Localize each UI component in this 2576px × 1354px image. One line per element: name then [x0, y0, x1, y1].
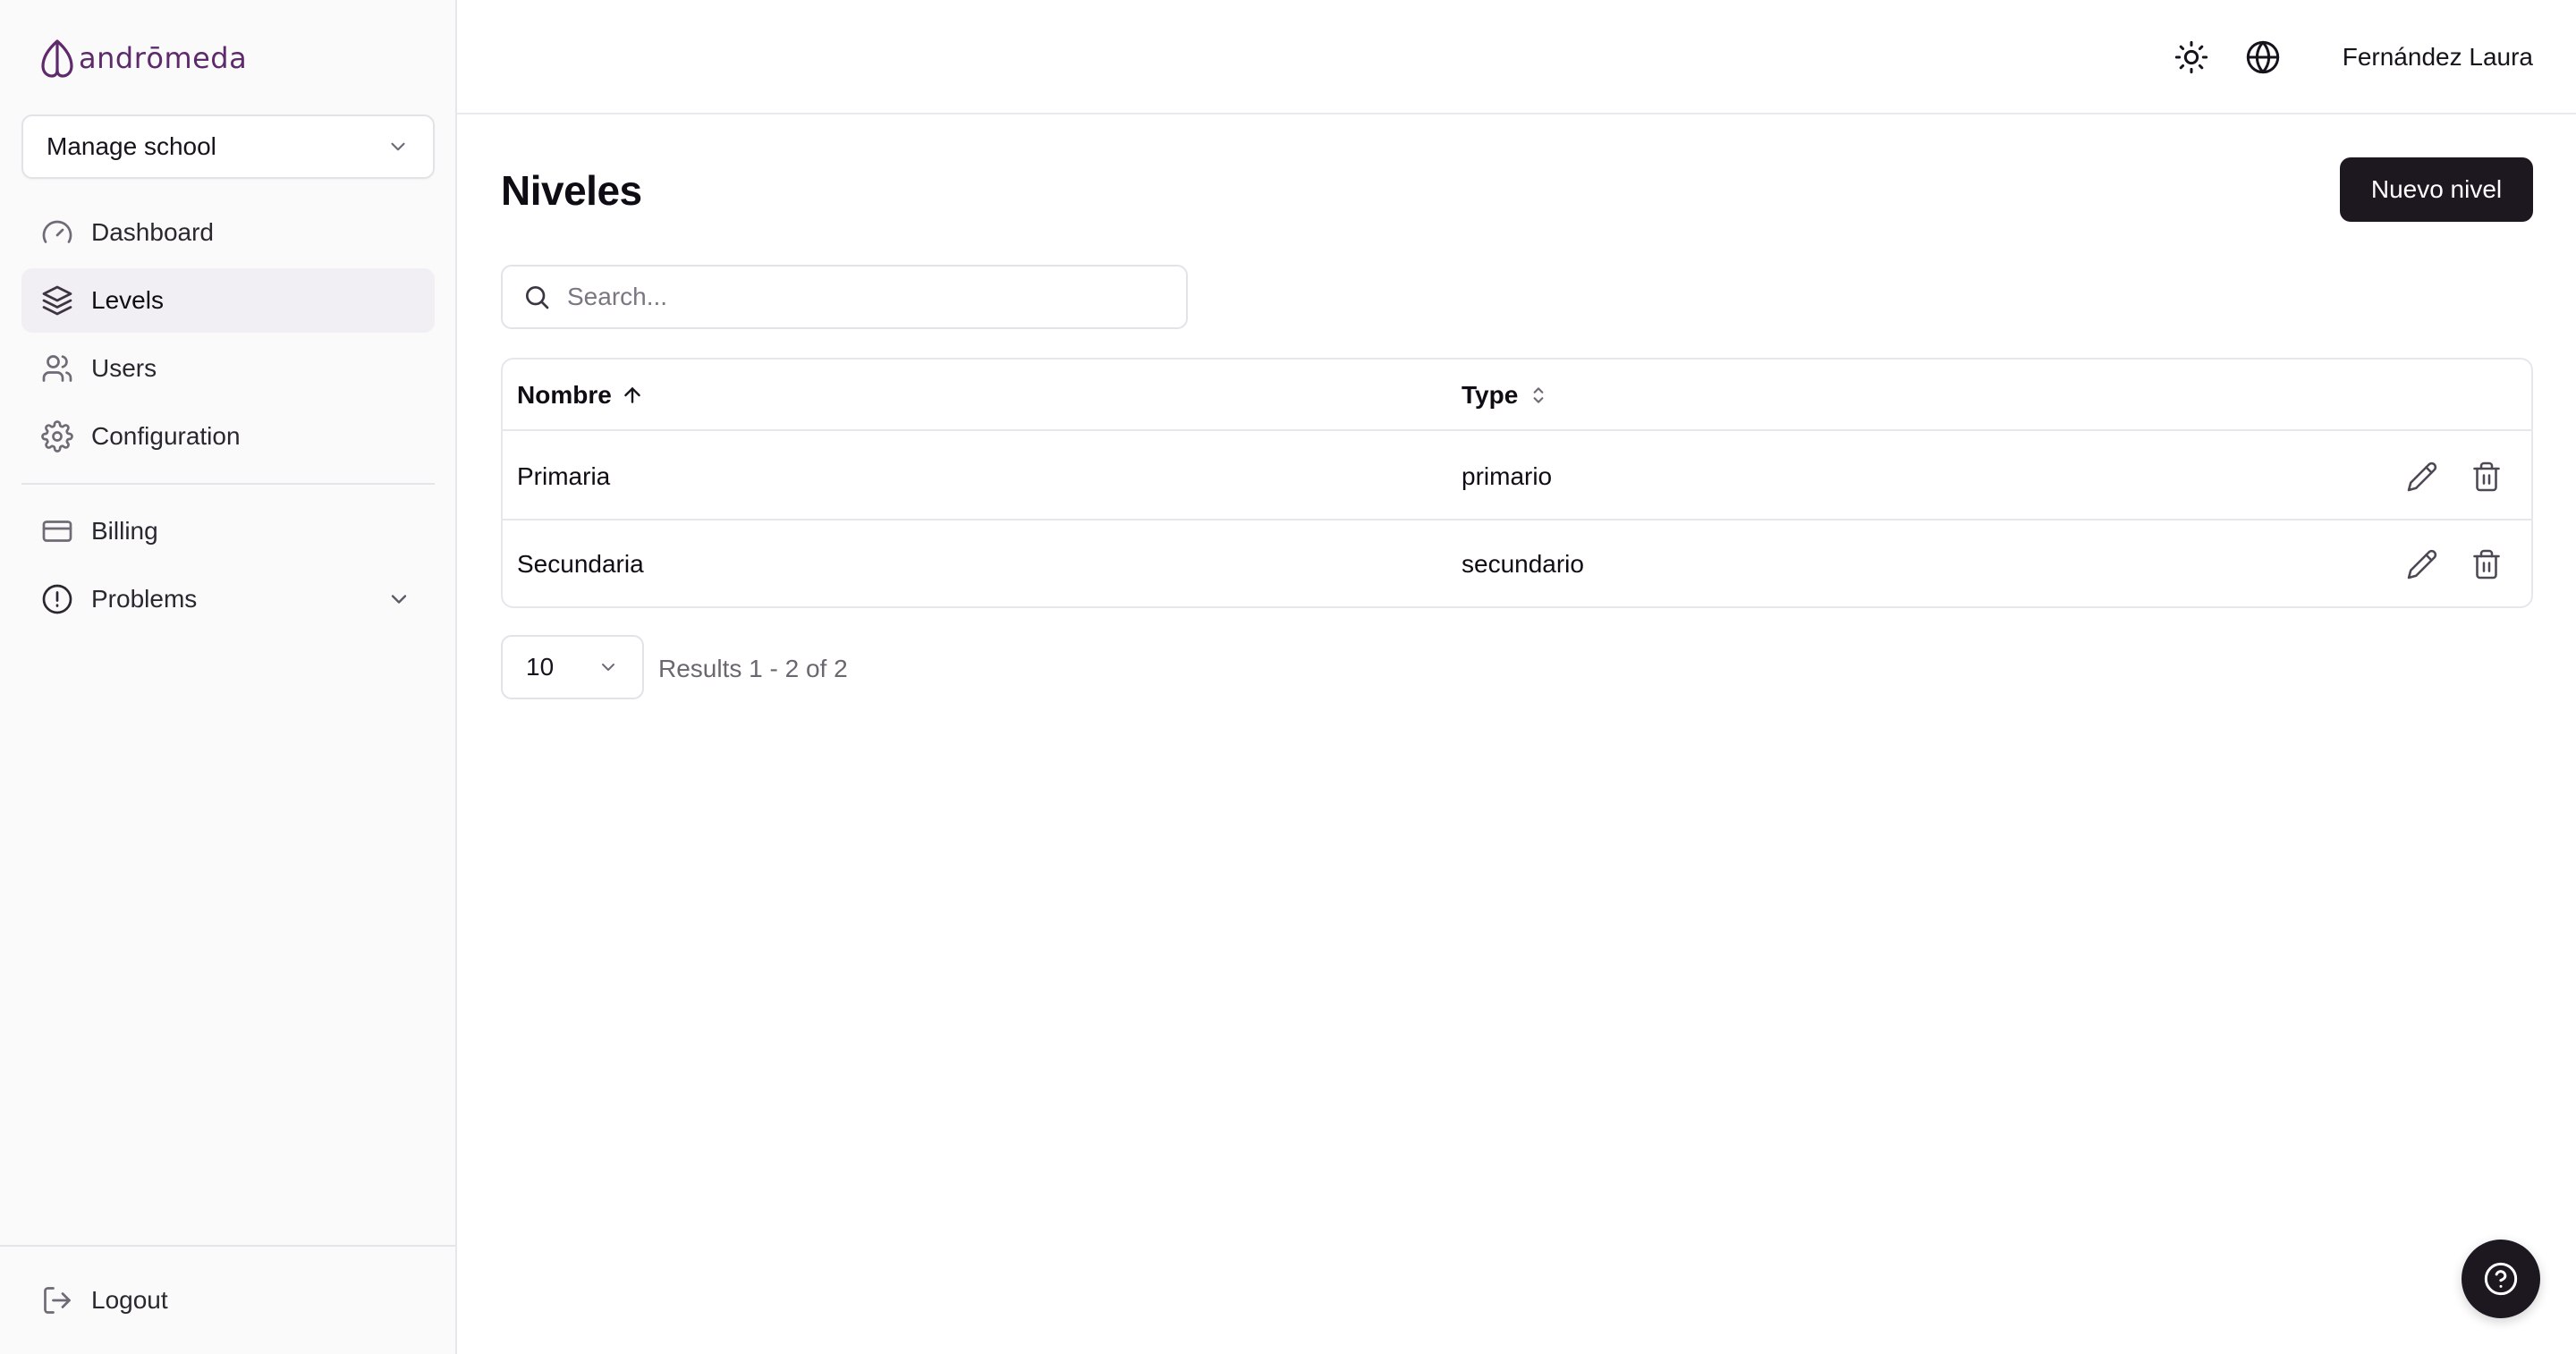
gear-icon: [41, 420, 73, 453]
column-label: Nombre: [517, 381, 612, 409]
logout-icon: [41, 1284, 73, 1316]
sidebar-item-label: Users: [91, 354, 157, 382]
sidebar-item-levels[interactable]: Levels: [21, 268, 435, 333]
sidebar-item-label: Dashboard: [91, 218, 214, 246]
logout-label: Logout: [91, 1286, 168, 1314]
column-header-type[interactable]: Type: [1462, 360, 1550, 431]
user-menu[interactable]: Fernández Laura: [2343, 43, 2533, 72]
cell-nombre: Primaria: [517, 462, 611, 490]
trash-icon[interactable]: [2470, 548, 2503, 580]
search-field[interactable]: [501, 265, 1188, 329]
sidebar-item-label: Configuration: [91, 422, 241, 450]
cell-nombre: Secundaria: [517, 550, 644, 578]
pencil-icon[interactable]: [2406, 461, 2438, 493]
gauge-icon: [41, 216, 73, 249]
school-select-value: Manage school: [47, 132, 216, 160]
pencil-icon[interactable]: [2406, 548, 2438, 580]
column-header-nombre[interactable]: Nombre: [517, 360, 644, 431]
table-row: Secundaria secundario: [503, 520, 2531, 606]
page-title: Niveles: [501, 167, 642, 214]
top-bar: Fernández Laura: [457, 0, 2576, 114]
school-select[interactable]: Manage school: [21, 114, 435, 179]
table-header: Nombre Type: [503, 360, 2531, 431]
search-input[interactable]: [567, 283, 1175, 311]
sidebar-bottom-divider: [0, 1245, 455, 1247]
chevrons-up-down-icon: [1527, 384, 1550, 407]
sun-icon[interactable]: [2174, 39, 2209, 75]
new-level-button[interactable]: Nuevo nivel: [2340, 157, 2533, 222]
trash-icon[interactable]: [2470, 461, 2503, 493]
chevron-down-icon[interactable]: [386, 587, 411, 612]
sidebar: andrōmeda Manage school Dashboard Levels…: [0, 0, 457, 1354]
layers-icon: [41, 284, 73, 317]
sidebar-item-problems[interactable]: Problems: [21, 567, 435, 631]
chevron-down-icon: [386, 135, 410, 158]
logout-button[interactable]: Logout: [21, 1268, 435, 1333]
page-size-value: 10: [526, 653, 555, 681]
column-label: Type: [1462, 381, 1519, 409]
sidebar-item-users[interactable]: Users: [21, 336, 435, 401]
globe-icon[interactable]: [2245, 39, 2281, 75]
results-count: Results 1 - 2 of 2: [658, 655, 848, 682]
help-circle-icon: [2483, 1261, 2519, 1297]
levels-table: Nombre Type Primaria primario Secundaria…: [501, 358, 2533, 608]
sidebar-item-dashboard[interactable]: Dashboard: [21, 200, 435, 265]
andromeda-logo-icon: [39, 38, 75, 79]
sidebar-item-billing[interactable]: Billing: [21, 499, 435, 563]
sidebar-item-configuration[interactable]: Configuration: [21, 404, 435, 469]
help-button[interactable]: [2462, 1240, 2540, 1318]
users-icon: [41, 352, 73, 385]
brand-name: andrōmeda: [79, 41, 248, 75]
search-icon: [522, 283, 551, 311]
arrow-up-icon: [621, 384, 644, 407]
cell-type: secundario: [1462, 550, 1584, 578]
table-row: Primaria primario: [503, 433, 2531, 520]
credit-card-icon: [41, 515, 73, 547]
cell-type: primario: [1462, 462, 1553, 490]
brand-logo[interactable]: andrōmeda: [39, 38, 247, 79]
sidebar-item-label: Problems: [91, 585, 198, 613]
sidebar-item-label: Levels: [91, 286, 164, 314]
alert-circle-icon: [41, 583, 73, 615]
chevron-down-icon: [597, 656, 619, 678]
page-size-select[interactable]: 10: [501, 635, 644, 699]
sidebar-item-label: Billing: [91, 517, 158, 545]
sidebar-divider: [21, 483, 435, 485]
